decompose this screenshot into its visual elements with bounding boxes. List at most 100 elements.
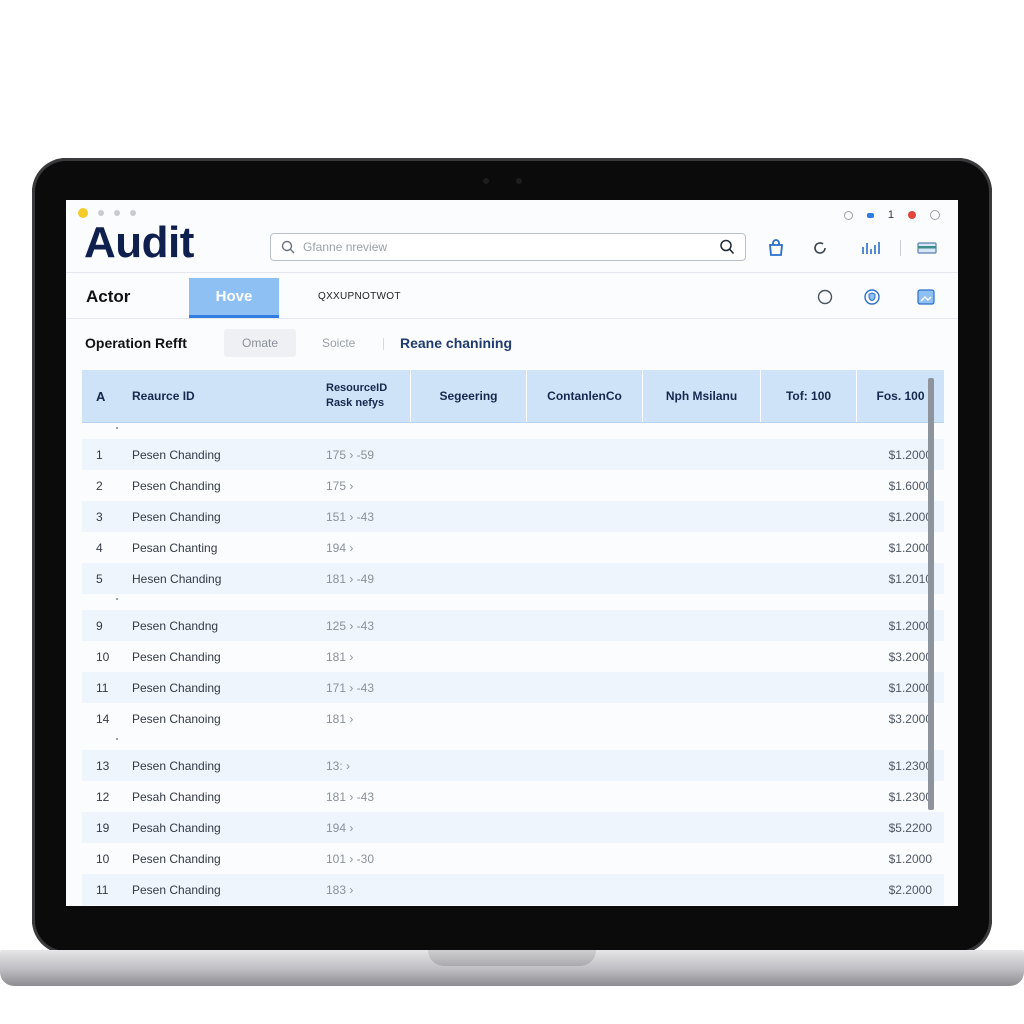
filter-label: Operation Refft xyxy=(85,335,187,351)
col-header-index[interactable]: A xyxy=(82,370,132,422)
image-icon[interactable] xyxy=(916,288,936,306)
table-row[interactable]: 12 Pesah Chanding 181 › -43 $1.2300 xyxy=(82,781,944,812)
row-amount: $1.2000 xyxy=(888,851,932,866)
row-name: Pesen Chanding xyxy=(132,851,221,866)
row-name: Pesah Chanding xyxy=(132,820,221,835)
search-submit-icon[interactable] xyxy=(719,239,735,255)
row-name: Hesen Chanding xyxy=(132,571,222,586)
row-index: 10 xyxy=(96,851,110,866)
minimize-dot[interactable] xyxy=(78,208,88,218)
row-resource: 181 › xyxy=(326,711,354,726)
circle-icon[interactable] xyxy=(816,288,834,306)
status-blue-icon[interactable] xyxy=(866,212,874,218)
col-header-mislanu[interactable]: Nph Msilanu xyxy=(642,370,760,422)
row-name: Pesen Chanding xyxy=(132,680,221,695)
row-amount: $5.2200 xyxy=(888,820,932,835)
search-input[interactable] xyxy=(301,239,719,255)
table-row[interactable]: 11 Pesen Chanding 171 › -43 $1.2000 xyxy=(82,672,944,703)
row-index: 2 xyxy=(96,478,103,493)
row-resource: 181 › xyxy=(326,649,354,664)
row-name: Pesen Chanding xyxy=(132,478,221,493)
row-index: 3 xyxy=(96,509,103,524)
camera-sensor xyxy=(483,178,489,184)
window-dot[interactable] xyxy=(98,210,104,216)
settings-ring-icon[interactable] xyxy=(930,210,940,220)
row-resource: 151 › -43 xyxy=(326,509,375,524)
table-row[interactable]: 3 Pesen Chanding 151 › -43 $1.2000 xyxy=(82,501,944,532)
table-row[interactable]: 11 Pesen Chanding 183 › $2.2000 xyxy=(82,874,944,905)
row-name: Pesen Chanding xyxy=(132,882,221,897)
laptop-notch xyxy=(428,950,596,966)
row-index: 12 xyxy=(96,789,110,804)
col-header-resource-id[interactable]: ResourceID Rask nefys xyxy=(326,370,410,422)
table-row[interactable]: 19 Pesah Chanding 194 › $5.2200 xyxy=(82,812,944,843)
row-index: 9 xyxy=(96,618,103,633)
row-index: 10 xyxy=(96,649,110,664)
nav-bar: Actor Hove QXXUPNOTWOT xyxy=(66,272,958,319)
window-dot[interactable] xyxy=(130,210,136,216)
row-resource: 194 › xyxy=(326,540,354,555)
table-row[interactable]: 13 Pesen Chanding 13: › $1.2300 xyxy=(82,750,944,781)
record-icon[interactable] xyxy=(908,211,916,219)
search-bar[interactable] xyxy=(270,233,746,261)
row-name: Pesen Chandng xyxy=(132,618,219,633)
row-group-gap xyxy=(82,423,944,439)
table-row[interactable]: 10 Pesen Chanding 101 › -30 $1.2000 xyxy=(82,843,944,874)
table-row[interactable]: 14 Pesen Chanoing 181 › $3.2000 xyxy=(82,703,944,734)
row-group-marker xyxy=(116,598,118,600)
card-icon[interactable] xyxy=(916,240,938,256)
row-resource: 125 › -43 xyxy=(326,618,375,633)
row-name: Pesen Chanding xyxy=(132,447,221,462)
row-name: Pesen Chanoing xyxy=(132,711,221,726)
row-resource: 194 › xyxy=(326,820,354,835)
app-screen: 1 Audit Actor Hove QXXUPNOTWOT xyxy=(66,200,958,906)
filter-bar: Operation Refft Omate Soicte Reane chani… xyxy=(66,324,958,362)
nav-code-link[interactable]: QXXUPNOTWOT xyxy=(318,291,401,302)
col-header-segment[interactable]: Segeering xyxy=(410,370,526,422)
shield-icon[interactable] xyxy=(862,287,882,307)
row-name: Pesan Chanting xyxy=(132,540,218,555)
table-row[interactable]: 1 Pesen Chanding 175 › -59 $1.2000 xyxy=(82,439,944,470)
status-count: 1 xyxy=(887,209,894,221)
table-row[interactable]: 10 Pesen Chanding 181 › $3.2000 xyxy=(82,641,944,672)
chart-icon[interactable] xyxy=(860,238,884,258)
filter-option[interactable]: Soicte xyxy=(322,336,355,350)
row-resource: 183 › xyxy=(326,882,354,897)
row-index: 19 xyxy=(96,820,110,835)
row-group-marker xyxy=(116,427,118,429)
row-index: 14 xyxy=(96,711,110,726)
filter-chip[interactable]: Omate xyxy=(224,329,296,357)
col-header-resource[interactable]: Reaurce ID xyxy=(132,370,326,422)
col-header-line: Rask nefys xyxy=(326,397,385,409)
row-amount: $2.2000 xyxy=(888,882,932,897)
row-resource: 175 › xyxy=(326,478,354,493)
col-header-container[interactable]: ContanlenCo xyxy=(526,370,642,422)
row-name: Pesah Chanding xyxy=(132,789,221,804)
circle-arrow-icon[interactable] xyxy=(810,238,830,258)
table-row[interactable]: 4 Pesan Chanting 194 › $1.2000 xyxy=(82,532,944,563)
page-title: Audit xyxy=(84,218,194,267)
table-row[interactable]: 2 Pesen Chanding 175 › $1.6000 xyxy=(82,470,944,501)
row-group-gap xyxy=(82,734,944,750)
row-resource: 181 › -43 xyxy=(326,789,375,804)
table-row[interactable]: 5 Hesen Chanding 181 › -49 $1.2010 xyxy=(82,563,944,594)
col-header-total[interactable]: Tof: 100 xyxy=(760,370,856,422)
camera-sensor xyxy=(516,178,522,184)
row-name: Pesen Chanding xyxy=(132,649,221,664)
row-index: 11 xyxy=(96,680,109,695)
row-index: 1 xyxy=(96,447,103,462)
filter-link[interactable]: Reane chanining xyxy=(400,335,512,351)
row-name: Pesen Chanding xyxy=(132,509,221,524)
status-ring-icon[interactable] xyxy=(843,210,853,220)
window-controls xyxy=(78,208,136,218)
nav-section-label: Actor xyxy=(86,287,131,306)
row-index: 13 xyxy=(96,758,110,773)
table-body: 1 Pesen Chanding 175 › -59 $1.2000 2 Pesen Ch… xyxy=(82,423,944,905)
bag-icon[interactable] xyxy=(766,238,786,258)
tab-home[interactable]: Hove xyxy=(189,278,279,318)
table-scrollbar[interactable] xyxy=(928,378,934,810)
window-dot[interactable] xyxy=(114,210,120,216)
row-index: 5 xyxy=(96,571,103,586)
audit-table: A Reaurce ID ResourceID Rask nefys Segee… xyxy=(82,370,944,905)
table-row[interactable]: 9 Pesen Chandng 125 › -43 $1.2000 xyxy=(82,610,944,641)
